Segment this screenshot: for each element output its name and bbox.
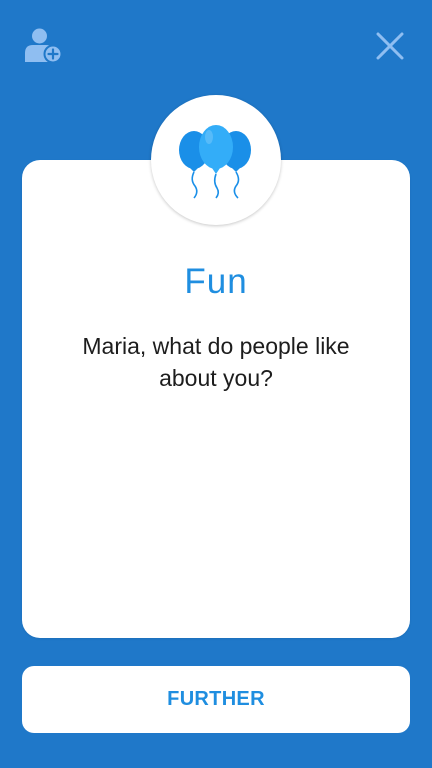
category-badge: [151, 95, 281, 225]
question-text: Maria, what do people like about you?: [82, 333, 350, 391]
top-bar: [0, 0, 432, 92]
category-title: Fun: [184, 262, 248, 301]
close-icon: [376, 32, 404, 60]
further-button[interactable]: FURTHER: [22, 666, 410, 733]
add-user-icon: [25, 28, 63, 64]
question-card: Fun Maria, what do people like about you…: [22, 160, 410, 638]
add-user-button[interactable]: [24, 26, 64, 66]
close-button[interactable]: [374, 30, 406, 62]
balloons-icon: [179, 125, 251, 199]
